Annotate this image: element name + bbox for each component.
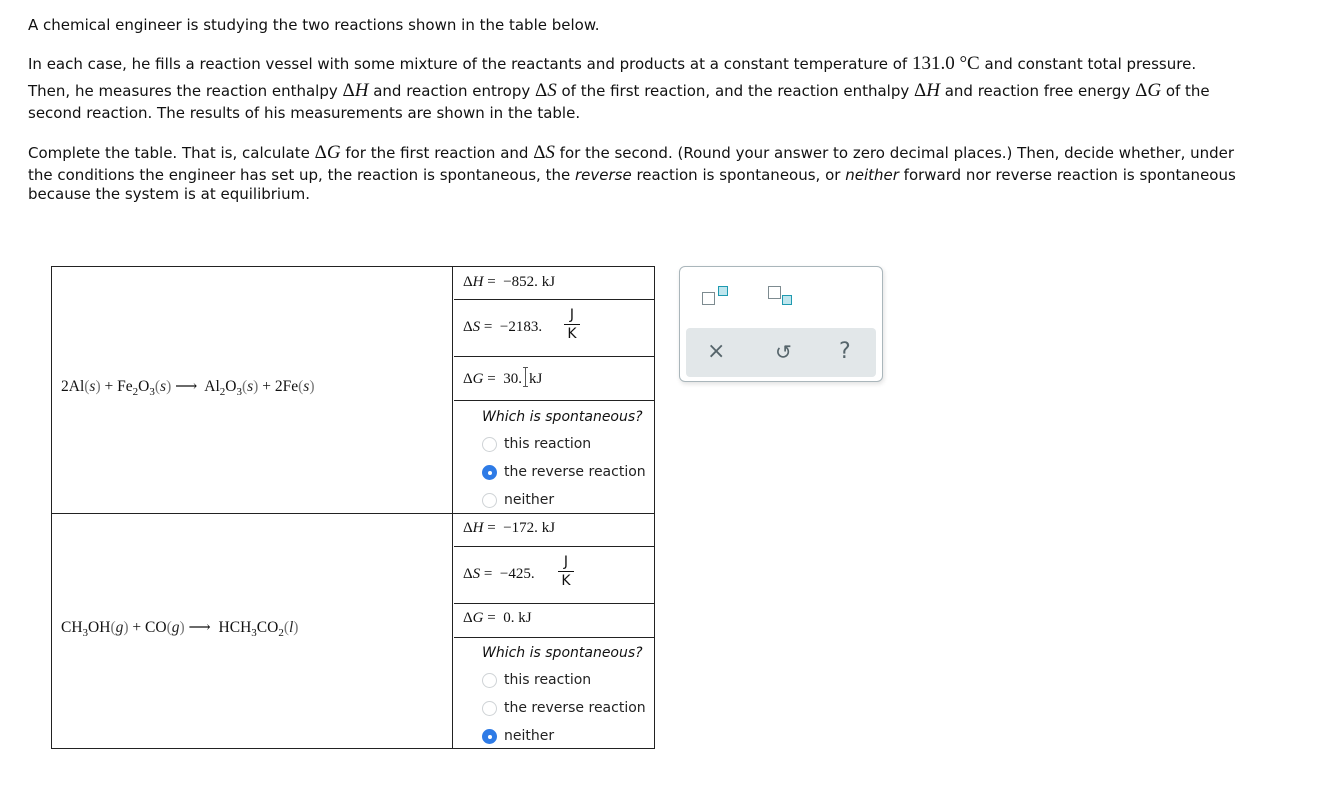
superscript-button[interactable] (700, 283, 734, 311)
reaction-1-question: Which is spontaneous? (482, 409, 643, 425)
reaction-1-dS-cell: ΔS = −2183. JK (454, 300, 654, 357)
species: CO(g) (145, 619, 185, 636)
reaction-2-dS-unit: JK (558, 554, 574, 590)
reaction-2-equation: CH3OH(g) + CO(g) ⟶ HCH3CO2(l) (61, 619, 299, 639)
species: HCH3CO2(l) (218, 619, 299, 639)
reaction-2-dH: ΔH = −172. kJ (463, 520, 556, 536)
reaction-2-option-reverse-reaction[interactable]: the reverse reaction (482, 700, 646, 716)
reaction-2-spontaneity: Which is spontaneous? this reaction the … (454, 638, 654, 749)
reaction-2-option-this-reaction[interactable]: this reaction (482, 672, 591, 688)
reaction-1-option-reverse-reaction[interactable]: the reverse reaction (482, 464, 646, 480)
reaction-1-option-this-reaction[interactable]: this reaction (482, 436, 591, 452)
species: Fe2O3(s) (117, 378, 172, 398)
reaction-1-dG: ΔG = 30. kJ (463, 367, 542, 388)
reaction-1-equation-cell: 2Al(s) + Fe2O3(s) ⟶ Al2O3(s) + 2Fe(s) (52, 267, 453, 514)
reaction-arrow-icon: ⟶ (175, 378, 198, 395)
radio-icon[interactable] (482, 492, 497, 508)
reaction-table: 2Al(s) + Fe2O3(s) ⟶ Al2O3(s) + 2Fe(s) CH… (51, 266, 655, 749)
radio-icon[interactable] (482, 436, 497, 452)
reaction-2-dG: ΔG = 0. kJ (463, 610, 532, 626)
reaction-1-dG-input[interactable]: 30. (503, 371, 522, 387)
reaction-1-dS: ΔS = −2183. (463, 319, 543, 335)
instructions-line-3: because the system is at equilibrium. (28, 185, 310, 203)
reaction-1-dS-unit: JK (564, 307, 580, 343)
species: CH3OH(g) (61, 619, 129, 639)
reaction-1-option-neither[interactable]: neither (482, 492, 554, 508)
species: 2Fe(s) (274, 378, 315, 395)
radio-icon[interactable] (482, 700, 497, 716)
reaction-2-dS-cell: ΔS = −425. JK (454, 547, 654, 604)
toolbar-actions: × ↺ ? (686, 328, 876, 377)
math-toolbar: × ↺ ? (679, 266, 883, 382)
reaction-1-equation: 2Al(s) + Fe2O3(s) ⟶ Al2O3(s) + 2Fe(s) (61, 378, 315, 398)
undo-icon[interactable]: ↺ (775, 339, 792, 365)
clear-icon[interactable]: × (707, 339, 725, 365)
species: Al2O3(s) (204, 378, 259, 398)
temperature-value: 131.0 °C (911, 53, 980, 74)
radio-icon[interactable] (482, 672, 497, 688)
help-icon[interactable]: ? (839, 339, 851, 365)
species: 2Al(s) (61, 378, 101, 395)
reaction-2-option-neither[interactable]: neither (482, 728, 554, 744)
reaction-1-dH-cell: ΔH = −852. kJ (454, 267, 654, 300)
reaction-2-equation-cell: CH3OH(g) + CO(g) ⟶ HCH3CO2(l) (52, 514, 453, 749)
intro-line-1: A chemical engineer is studying the two … (28, 16, 600, 34)
reaction-arrow-icon: ⟶ (188, 619, 211, 636)
subscript-button[interactable] (766, 283, 800, 311)
radio-icon[interactable] (482, 464, 497, 480)
text-cursor-icon (522, 367, 529, 387)
radio-icon[interactable] (482, 728, 497, 744)
reaction-2-dS-input[interactable]: −425. (500, 566, 535, 582)
reaction-1-spontaneity: Which is spontaneous? this reaction the … (454, 401, 654, 513)
reaction-2-question: Which is spontaneous? (482, 645, 643, 661)
reaction-2-dG-cell: ΔG = 0. kJ (454, 604, 654, 638)
reaction-2-dH-cell: ΔH = −172. kJ (454, 514, 654, 547)
intro-paragraph-2-line-1: In each case, he fills a reaction vessel… (28, 53, 1197, 74)
intro-paragraph-2-line-2: Then, he measures the reaction enthalpy … (28, 80, 1210, 101)
reaction-1-dG-cell: ΔG = 30. kJ (454, 357, 654, 401)
instructions-line-1: Complete the table. That is, calculate Δ… (28, 142, 1235, 163)
reaction-1-dH: ΔH = −852. kJ (463, 274, 556, 290)
intro-paragraph-2-line-3: second reaction. The results of his meas… (28, 104, 581, 122)
reaction-2-dS: ΔS = −425. (463, 566, 535, 582)
